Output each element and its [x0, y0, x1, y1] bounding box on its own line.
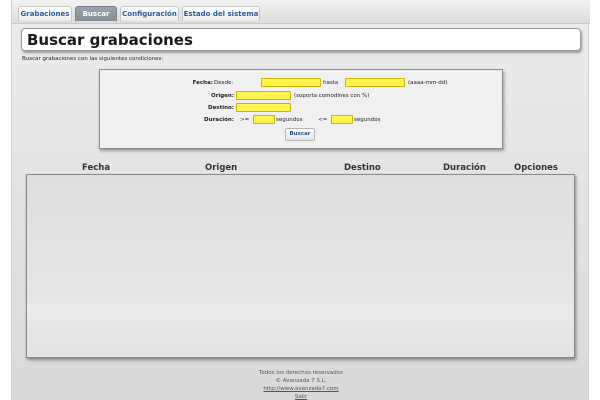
origen-input[interactable] [236, 91, 291, 100]
origen-hint: (soporta comodines con %) [294, 93, 370, 99]
fecha-desde-input[interactable] [261, 78, 321, 87]
buscar-button[interactable]: Buscar [285, 128, 315, 141]
origen-label: Origen: [210, 93, 234, 99]
column-header-origen: Origen [205, 163, 238, 173]
tab-configuracion[interactable]: Configuración [120, 6, 179, 21]
search-form: Fecha: Desde: hasta (aaaa-mm-dd) Origen:… [99, 69, 503, 149]
tab-buscar[interactable]: Buscar [75, 6, 117, 21]
results-table [26, 174, 575, 358]
footer-company: © Avanzada 7 S.L. [275, 378, 327, 384]
column-header-fecha: Fecha [82, 163, 111, 173]
fecha-label: Fecha: [192, 80, 213, 86]
destino-input[interactable] [236, 103, 291, 112]
footer: Todos los derechos reservados © Avanzada… [12, 369, 590, 400]
segundos-label-2: segundos [354, 117, 381, 123]
column-header-opciones: Opciones [514, 163, 558, 173]
duracion-min-input[interactable] [253, 115, 275, 124]
page-container: Grabaciones Buscar Configuración Estado … [11, 0, 590, 400]
gte-operator: >= [240, 117, 250, 123]
duracion-label: Duración: [204, 117, 234, 123]
tab-estado-del-sistema[interactable]: Estado del sistema [182, 6, 260, 21]
page-title-box: Buscar grabaciones [21, 28, 581, 51]
duracion-max-input[interactable] [331, 115, 353, 124]
column-header-destino: Destino [344, 163, 381, 173]
logout-link[interactable]: Salir [295, 394, 307, 400]
page-title: Buscar grabaciones [27, 31, 193, 49]
lte-operator: <= [318, 117, 328, 123]
destino-label: Destino: [208, 105, 234, 111]
search-instructions: Buscar grabaciones con las siguientes co… [22, 56, 164, 62]
hasta-text: hasta [323, 80, 339, 86]
segundos-label-1: segundos [276, 117, 303, 123]
fecha-hasta-input[interactable] [345, 78, 405, 87]
date-format-hint: (aaaa-mm-dd) [408, 80, 448, 86]
desde-text: Desde: [214, 80, 234, 86]
tab-bar: Grabaciones Buscar Configuración Estado … [12, 0, 590, 24]
footer-website-link[interactable]: http://www.avanzada7.com [263, 386, 338, 392]
tab-grabaciones[interactable]: Grabaciones [18, 6, 72, 21]
footer-rights: Todos los derechos reservados [258, 370, 344, 376]
column-header-duracion: Duración [443, 163, 486, 173]
